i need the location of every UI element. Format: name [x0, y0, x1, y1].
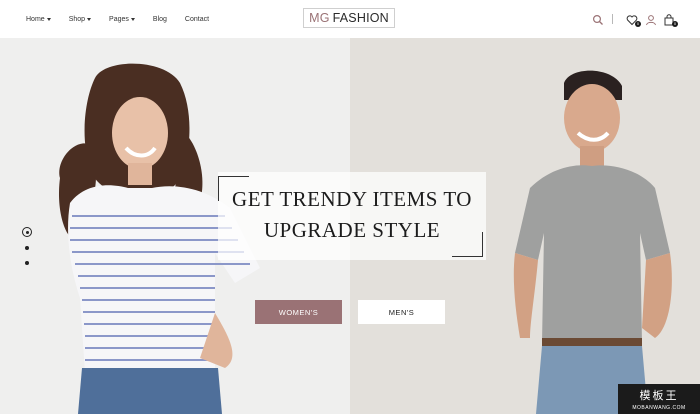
search-icon[interactable] [592, 13, 604, 25]
slider-dot[interactable] [25, 261, 29, 265]
slider-pagination [22, 227, 34, 277]
watermark-url: MOBANWANG.COM [632, 405, 686, 411]
site-header: Home Shop Pages Blog Contact MG FASHION … [0, 0, 700, 38]
slider-dot[interactable] [25, 246, 29, 250]
womens-button[interactable]: WOMEN'S [255, 300, 342, 324]
heart-icon[interactable]: 0 [626, 13, 641, 27]
hero-slider: GET TRENDY ITEMS TO UPGRADE STYLE WOMEN'… [0, 38, 700, 414]
mens-button[interactable]: MEN'S [358, 300, 445, 324]
wishlist-count-badge: 0 [635, 21, 641, 27]
header-icons: 0 0 [0, 0, 700, 38]
headline-line-2: UPGRADE STYLE [263, 218, 441, 242]
headline-line-1: GET TRENDY ITEMS TO [232, 187, 472, 211]
user-icon[interactable] [645, 13, 657, 26]
cart-count-badge: 0 [672, 21, 678, 27]
slider-dot-active[interactable] [22, 227, 32, 237]
hero-headline: GET TRENDY ITEMS TO UPGRADE STYLE [218, 184, 486, 246]
shopping-bag-icon[interactable]: 0 [663, 13, 678, 27]
header-divider [612, 14, 613, 24]
watermark-title: 模板王 [639, 390, 679, 402]
watermark-logo: 模板王 MOBANWANG.COM [618, 384, 700, 414]
